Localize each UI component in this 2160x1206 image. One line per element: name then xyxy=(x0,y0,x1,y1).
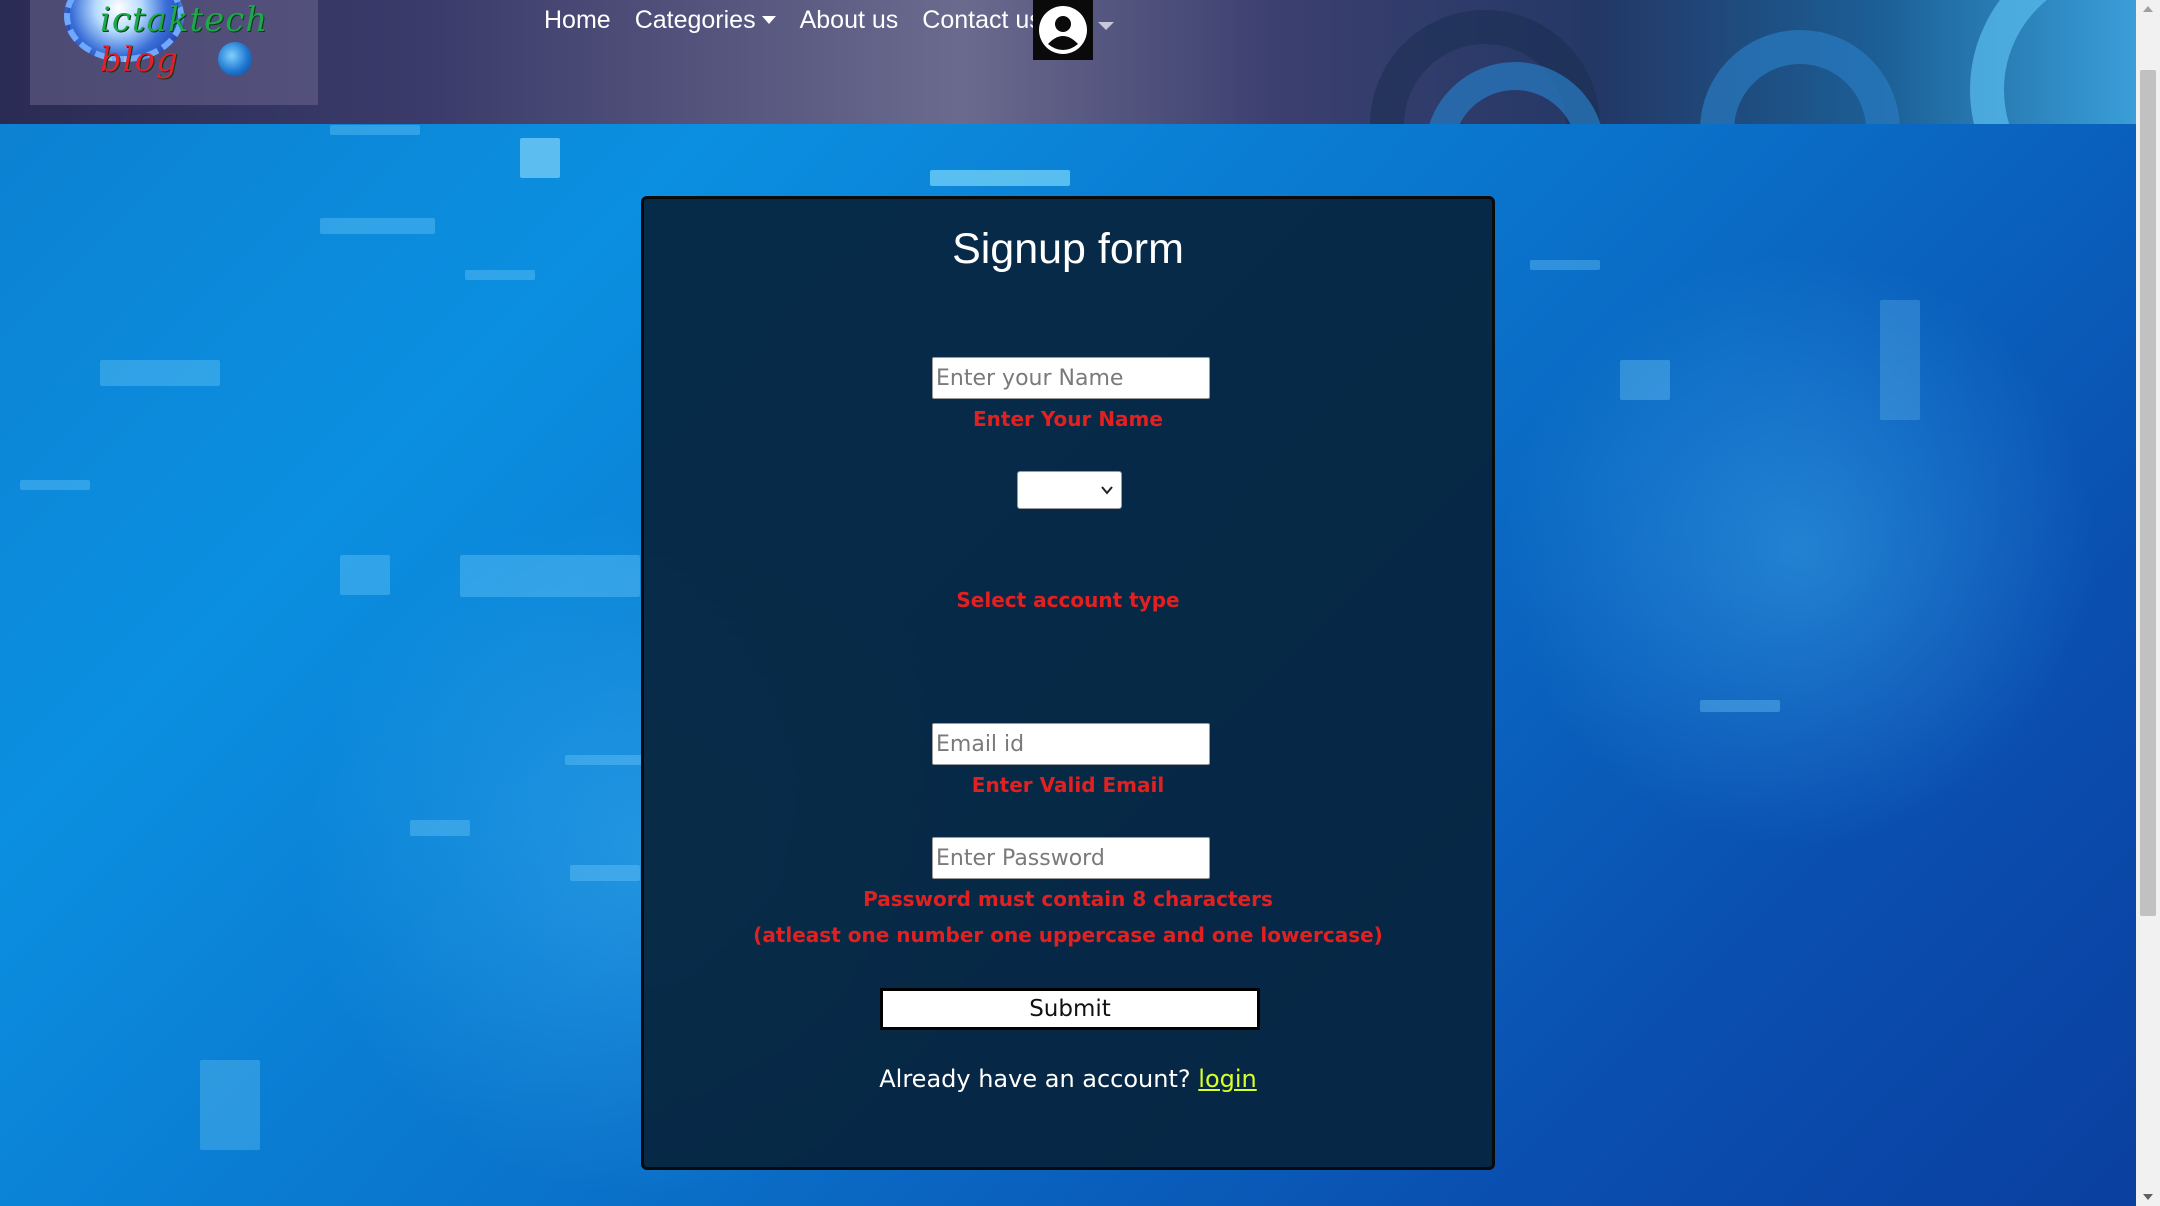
nav-about[interactable]: About us xyxy=(788,6,911,34)
password-input[interactable] xyxy=(932,837,1210,879)
email-input[interactable] xyxy=(932,723,1210,765)
login-link[interactable]: login xyxy=(1198,1065,1256,1093)
scroll-thumb[interactable] xyxy=(2140,70,2156,916)
nav-categories-label: Categories xyxy=(634,6,756,34)
nav-home[interactable]: Home xyxy=(532,6,623,34)
account-type-select[interactable] xyxy=(1017,471,1122,509)
signup-card: Signup form Enter Your Name Select accou… xyxy=(641,196,1495,1170)
profile-caret-icon[interactable] xyxy=(1098,22,1114,30)
user-avatar-icon xyxy=(1039,6,1087,54)
logo-drop-icon xyxy=(218,42,252,76)
navbar: ictaktech blog Home Categories About us … xyxy=(0,0,2136,124)
chevron-down-icon xyxy=(1101,486,1113,495)
nav-categories[interactable]: Categories xyxy=(623,6,788,34)
logo-text-accent: blog xyxy=(100,40,179,80)
password-error-line1: Password must contain 8 characters xyxy=(863,887,1273,911)
login-prompt-text: Already have an account? xyxy=(879,1065,1191,1093)
password-error-line2: (atleast one number one uppercase and on… xyxy=(753,923,1383,947)
login-prompt: Already have an account? login xyxy=(644,1065,1492,1093)
site-logo[interactable]: ictaktech blog xyxy=(30,0,318,105)
account-type-error: Select account type xyxy=(956,588,1180,612)
scroll-down-icon[interactable] xyxy=(2143,1194,2153,1200)
page-scrollbar[interactable] xyxy=(2136,0,2160,1206)
submit-button[interactable]: Submit xyxy=(880,988,1260,1030)
name-input[interactable] xyxy=(932,357,1210,399)
logo-text: ictaktech blog xyxy=(100,0,269,80)
nav-menu: Home Categories About us Contact us xyxy=(532,6,1054,34)
name-error: Enter Your Name xyxy=(973,407,1163,431)
caret-down-icon xyxy=(761,16,776,24)
profile-button[interactable] xyxy=(1033,0,1093,60)
scroll-up-icon[interactable] xyxy=(2143,6,2153,12)
page-title: Signup form xyxy=(952,225,1184,273)
email-error: Enter Valid Email xyxy=(971,773,1165,797)
